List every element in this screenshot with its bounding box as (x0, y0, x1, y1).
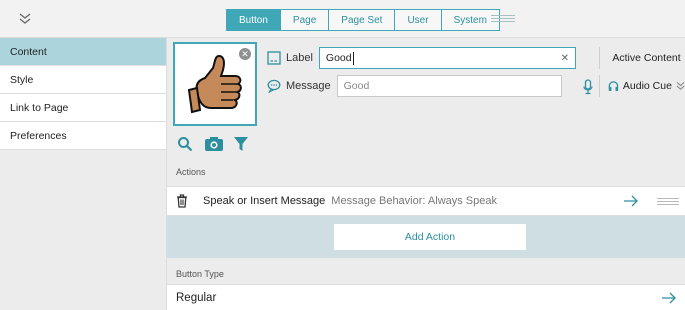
reorder-handle[interactable] (657, 198, 679, 207)
arrow-right-icon[interactable] (623, 194, 639, 208)
label-field-label: Label (286, 52, 313, 64)
tab-page[interactable]: Page (280, 9, 330, 31)
arrow-right-icon (662, 292, 676, 304)
editor-tabs: Button Page Page Set User System (226, 9, 500, 31)
filter-icon[interactable] (231, 134, 251, 154)
trash-icon[interactable] (167, 186, 197, 216)
label-input[interactable]: Good ✕ (318, 47, 576, 69)
audio-cue-dropdown[interactable]: Audio Cue (599, 75, 685, 97)
sidebar-item-link-to-page[interactable]: Link to Page (0, 94, 166, 122)
action-item[interactable]: Speak or Insert Message Message Behavior… (167, 186, 685, 216)
label-row: Label Good ✕ (266, 47, 576, 69)
active-content-dropdown[interactable]: Active Content (599, 47, 685, 69)
action-description: Message Behavior: Always Speak (331, 195, 497, 207)
message-row: Message Good (266, 75, 562, 97)
message-placeholder: Good (343, 80, 370, 92)
content-panel: ✕ Label Good ✕ Active Content Message Go… (167, 38, 685, 310)
tab-page-set[interactable]: Page Set (329, 9, 396, 31)
text-caret (352, 51, 354, 65)
close-icon[interactable]: ✕ (239, 48, 251, 60)
tab-button[interactable]: Button (226, 9, 281, 31)
top-toolbar: Button Page Page Set User System (0, 0, 685, 38)
action-name: Speak or Insert Message (203, 195, 326, 207)
sidebar: Content Style Link to Page Preferences (0, 38, 167, 310)
toolbar-drag-handle[interactable] (491, 15, 515, 23)
message-input[interactable]: Good (336, 75, 562, 97)
sidebar-item-style[interactable]: Style (0, 66, 166, 94)
double-chevron-down-icon (676, 81, 685, 90)
button-type-section-label: Button Type (176, 269, 224, 279)
collapse-chevrons-icon[interactable] (14, 9, 36, 29)
audio-cue-label: Audio Cue (622, 80, 672, 92)
button-type-selector[interactable]: Regular (167, 284, 685, 310)
camera-icon[interactable] (204, 134, 224, 154)
clear-icon[interactable]: ✕ (561, 53, 569, 64)
search-icon[interactable] (175, 134, 195, 154)
tab-user[interactable]: User (395, 9, 442, 31)
message-field-label: Message (286, 80, 331, 92)
label-input-value: Good (325, 52, 352, 64)
label-text-icon (266, 50, 282, 66)
button-preview[interactable]: ✕ (173, 42, 257, 126)
actions-section-label: Actions (176, 167, 206, 177)
microphone-icon[interactable] (579, 76, 597, 98)
speech-bubble-icon (266, 78, 282, 94)
button-type-value: Regular (176, 291, 217, 304)
add-action-area: Add Action (167, 216, 685, 258)
headphones-icon (608, 81, 619, 91)
active-content-label: Active Content (612, 52, 681, 64)
sidebar-item-preferences[interactable]: Preferences (0, 122, 166, 150)
add-action-button[interactable]: Add Action (334, 224, 526, 250)
sidebar-item-content[interactable]: Content (0, 38, 166, 66)
